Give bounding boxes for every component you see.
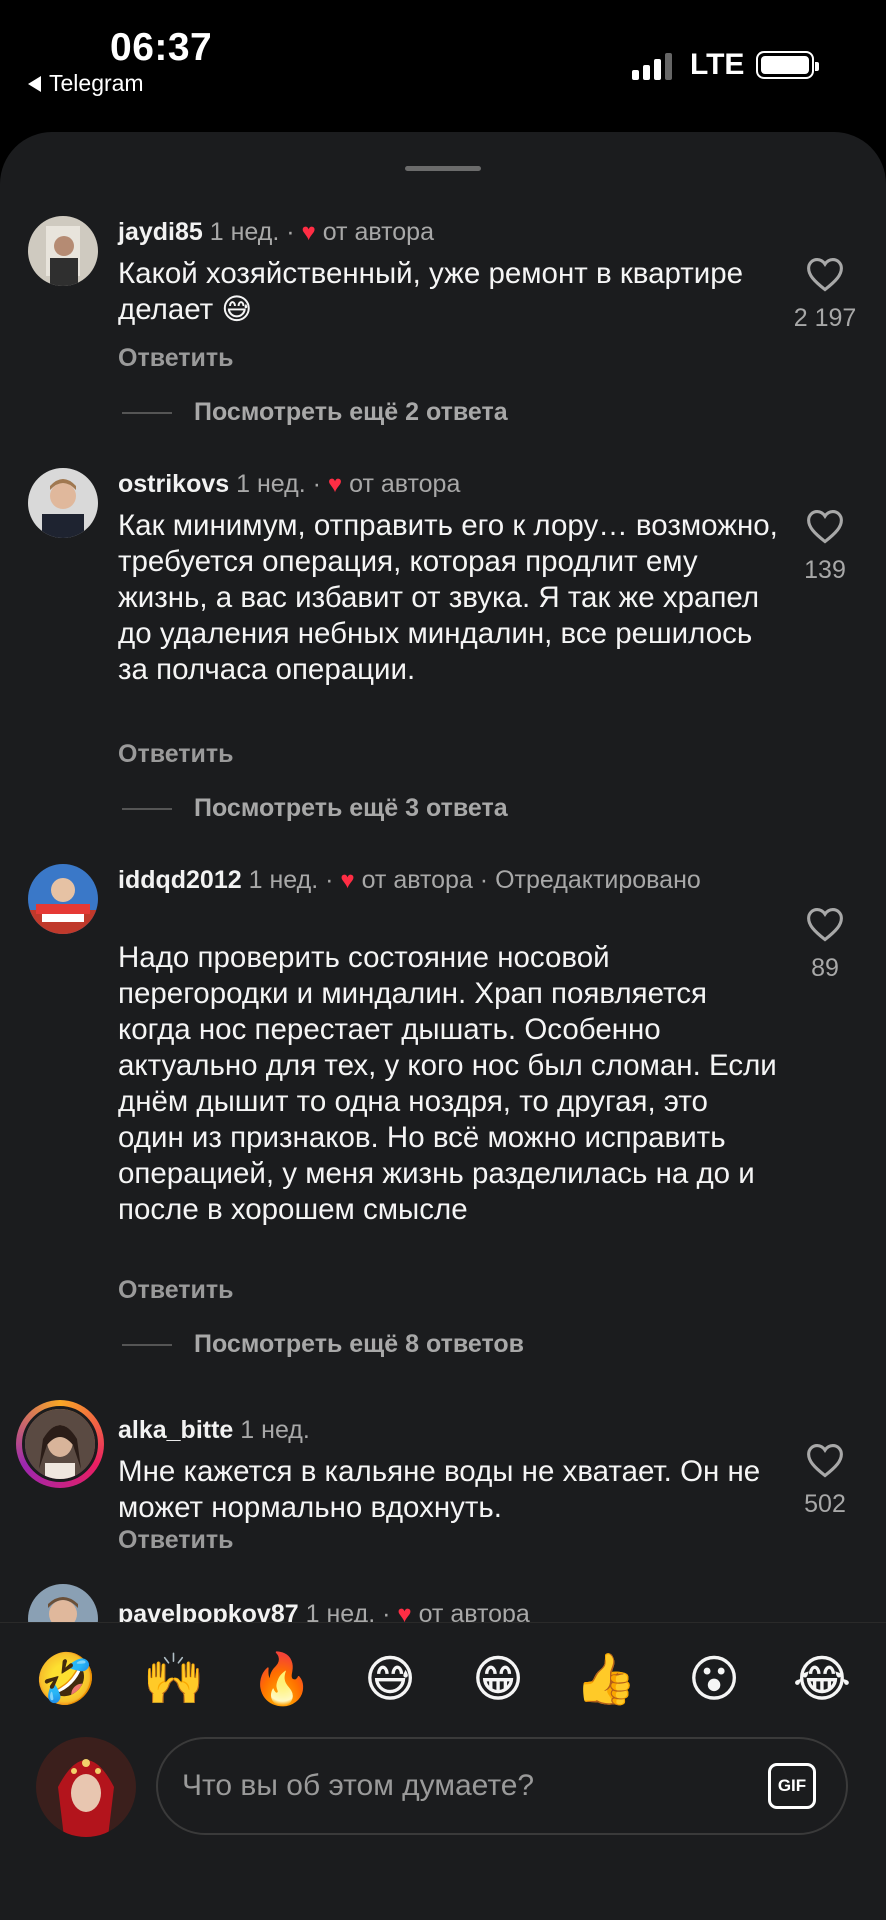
comment-meta: iddqd2012 1 нед. · ♥ от автора · Отредак… <box>118 866 701 894</box>
back-to-app-button[interactable]: Telegram <box>28 70 144 97</box>
sweat-smile-emoji-button[interactable]: 😅 <box>358 1649 422 1709</box>
heart-outline-icon[interactable] <box>805 508 845 544</box>
avatar[interactable] <box>28 864 98 934</box>
divider-line <box>122 411 172 414</box>
thumbs-up-emoji-button[interactable]: 👍 <box>574 1649 638 1709</box>
raised-hands-emoji-button[interactable]: 🙌 <box>142 1649 206 1709</box>
view-more-replies-label: Посмотреть ещё 8 ответов <box>194 1330 525 1358</box>
comment-meta: ostrikovs 1 нед. · ♥ от автора <box>118 470 461 498</box>
edited-label: Отредактировано <box>495 866 701 894</box>
comment-input-container: GIF <box>156 1737 848 1835</box>
back-app-label: Telegram <box>49 70 144 96</box>
comment-meta: jaydi85 1 нед. · ♥ от автора <box>118 218 434 246</box>
like-column: 502 <box>780 1442 870 1519</box>
avatar-with-story-ring[interactable] <box>16 1400 104 1488</box>
current-user-avatar <box>36 1737 136 1837</box>
comment-text: Какой хозяйственный, уже ремонт в кварти… <box>118 257 744 326</box>
fire-emoji-button[interactable]: 🔥 <box>250 1649 314 1709</box>
like-count: 502 <box>804 1490 846 1518</box>
status-time: 06:37 <box>110 26 213 69</box>
quick-reactions: 🤣 🙌 🔥 😅 😁 👍 😮 😂 <box>34 1649 854 1709</box>
heart-outline-icon[interactable] <box>805 906 845 942</box>
avatar[interactable] <box>28 468 98 538</box>
like-count: 89 <box>811 954 839 982</box>
reply-button[interactable]: Ответить <box>118 1526 234 1555</box>
battery-icon <box>756 51 819 79</box>
heart-filled-icon: ♥ <box>340 867 355 894</box>
surprised-emoji-button[interactable]: 😮 <box>682 1649 746 1709</box>
author-liked-label: от автора <box>361 866 473 894</box>
like-column: 2 197 <box>780 256 870 333</box>
comment-username[interactable]: iddqd2012 <box>118 866 242 894</box>
comment-username[interactable]: alka_bitte <box>118 1416 233 1444</box>
comment-meta: alka_bitte 1 нед. <box>118 1414 758 1446</box>
reply-button[interactable]: Ответить <box>118 740 234 769</box>
view-more-replies-label: Посмотреть ещё 3 ответа <box>194 794 508 822</box>
heart-filled-icon: ♥ <box>327 471 343 498</box>
comment-input[interactable] <box>182 1739 742 1833</box>
comment-text: Как минимум, отправить его к лору… возмо… <box>118 509 778 686</box>
comment-username[interactable]: ostrikovs <box>118 470 229 498</box>
view-more-replies-label: Посмотреть ещё 2 ответа <box>194 398 508 426</box>
cellular-signal-icon <box>632 52 672 80</box>
sheet-grabber[interactable] <box>405 166 481 171</box>
divider-line <box>122 807 172 810</box>
reply-button[interactable]: Ответить <box>118 1276 234 1305</box>
comment-username[interactable]: jaydi85 <box>118 218 203 246</box>
status-bar: 06:37 Telegram LTE <box>0 0 886 130</box>
rofl-emoji-button[interactable]: 🤣 <box>34 1649 98 1709</box>
comment-composer: 🤣 🙌 🔥 😅 😁 👍 😮 😂 GIF <box>0 1622 886 1920</box>
view-more-replies[interactable]: Посмотреть ещё 3 ответа <box>122 794 508 823</box>
comment-age: 1 нед. <box>240 1416 310 1444</box>
comment-age: 1 нед. <box>209 218 280 246</box>
back-triangle-icon <box>28 75 41 92</box>
grin-emoji-button[interactable]: 😁 <box>466 1649 530 1709</box>
network-type: LTE <box>690 48 745 81</box>
like-column: 139 <box>780 508 870 585</box>
heart-filled-icon: ♥ <box>301 219 316 246</box>
author-liked-label: от автора <box>322 218 434 246</box>
comment-text: Надо проверить состояние носовой перегор… <box>118 941 777 1226</box>
author-liked-label: от автора <box>349 470 461 498</box>
comment-age: 1 нед. <box>236 470 306 498</box>
joy-emoji-button[interactable]: 😂 <box>790 1649 854 1709</box>
reply-button[interactable]: Ответить <box>118 344 234 373</box>
avatar[interactable] <box>28 216 98 286</box>
like-count: 2 197 <box>793 304 857 332</box>
heart-outline-icon[interactable] <box>805 256 845 292</box>
gif-icon[interactable]: GIF <box>768 1763 816 1809</box>
heart-outline-icon[interactable] <box>805 1442 845 1478</box>
view-more-replies[interactable]: Посмотреть ещё 2 ответа <box>122 398 508 427</box>
like-count: 139 <box>804 556 846 584</box>
divider-line <box>122 1343 172 1346</box>
like-column: 89 <box>780 906 870 983</box>
comment-age: 1 нед. <box>248 866 319 894</box>
comment-text: Мне кажется в кальяне воды не хватает. О… <box>118 1455 761 1524</box>
view-more-replies[interactable]: Посмотреть ещё 8 ответов <box>122 1330 524 1359</box>
